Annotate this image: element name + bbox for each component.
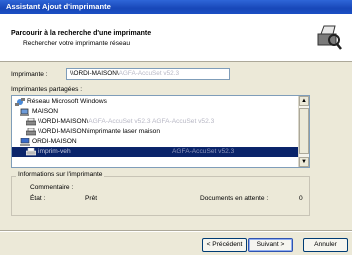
tree-item-printer-selected[interactable]: imprim-veh AGFA-AccuSet v52.3 (12, 147, 300, 157)
printer-icon (26, 148, 36, 156)
tree-item-label-suffix: AGFA-AccuSet v52.3 (172, 148, 235, 155)
comment-label: Commentaire : (30, 184, 74, 191)
tree-item-label: ORDI-MAISON (32, 138, 77, 145)
header-title: Parcourir à la recherche d'une imprimant… (11, 30, 152, 37)
tree-item-network[interactable]: Réseau Microsoft Windows (12, 97, 300, 107)
vertical-scrollbar[interactable]: ▲ ▼ (298, 96, 309, 167)
printer-name-input[interactable]: \\ORDI-MAISON\AGFA-AccuSet v52.3 (66, 68, 230, 80)
pending-docs-label: Documents en attente : (200, 195, 269, 202)
tree-item-label: Réseau Microsoft Windows (27, 98, 107, 105)
window-title: Assistant Ajout d'imprimante (6, 2, 111, 11)
cancel-button[interactable]: Annuler (303, 238, 348, 252)
printer-info-title: Informations sur l'imprimante (16, 171, 105, 178)
shared-printers-list[interactable]: Réseau Microsoft Windows MAISON \\ORDI-M… (11, 95, 310, 168)
printer-label: Imprimante : (11, 71, 48, 78)
workgroup-icon (20, 108, 29, 116)
tree-item-workgroup[interactable]: MAISON (12, 107, 300, 117)
footer-divider (0, 230, 352, 232)
computer-icon (20, 138, 30, 146)
tree-item-label: imprim-veh (38, 148, 71, 155)
scrollbar-thumb[interactable] (299, 108, 309, 154)
scroll-up-icon[interactable]: ▲ (299, 96, 309, 106)
header-subtitle: Rechercher votre imprimante réseau (23, 40, 131, 47)
tree-item-label: \\ORDI-MAISON\imprimante laser maison (38, 128, 161, 135)
back-button[interactable]: < Précédent (202, 238, 247, 252)
tree-item-printer[interactable]: \\ORDI-MAISON\AGFA-AccuSet v52.3 AGFA-Ac… (12, 117, 300, 127)
tree-item-printer[interactable]: \\ORDI-MAISON\imprimante laser maison (12, 127, 300, 137)
tree-item-label-suffix: AGFA-AccuSet v52.3 AGFA-AccuSet v52.3 (88, 118, 215, 125)
network-icon (15, 98, 25, 106)
next-button[interactable]: Suivant > (248, 238, 293, 252)
title-bar[interactable]: Assistant Ajout d'imprimante (0, 0, 352, 14)
printer-search-icon (314, 23, 342, 51)
tree-item-label: \\ORDI-MAISON\ (38, 118, 89, 125)
wizard-header: Parcourir à la recherche d'une imprimant… (0, 14, 352, 62)
tree-item-computer[interactable]: ORDI-MAISON (12, 137, 300, 147)
state-value: Prêt (85, 195, 98, 202)
state-label: État : (30, 195, 46, 202)
printer-name-suffix: AGFA-AccuSet v52.3 (118, 70, 180, 77)
printer-name-prefix: \\ORDI-MAISON\ (70, 70, 119, 77)
printer-icon (26, 128, 36, 136)
printer-icon (26, 118, 36, 126)
tree-item-label: MAISON (32, 108, 59, 115)
pending-docs-value: 0 (299, 195, 303, 202)
shared-printers-label: Imprimantes partagées : (11, 86, 83, 93)
scroll-down-icon[interactable]: ▼ (299, 157, 309, 167)
